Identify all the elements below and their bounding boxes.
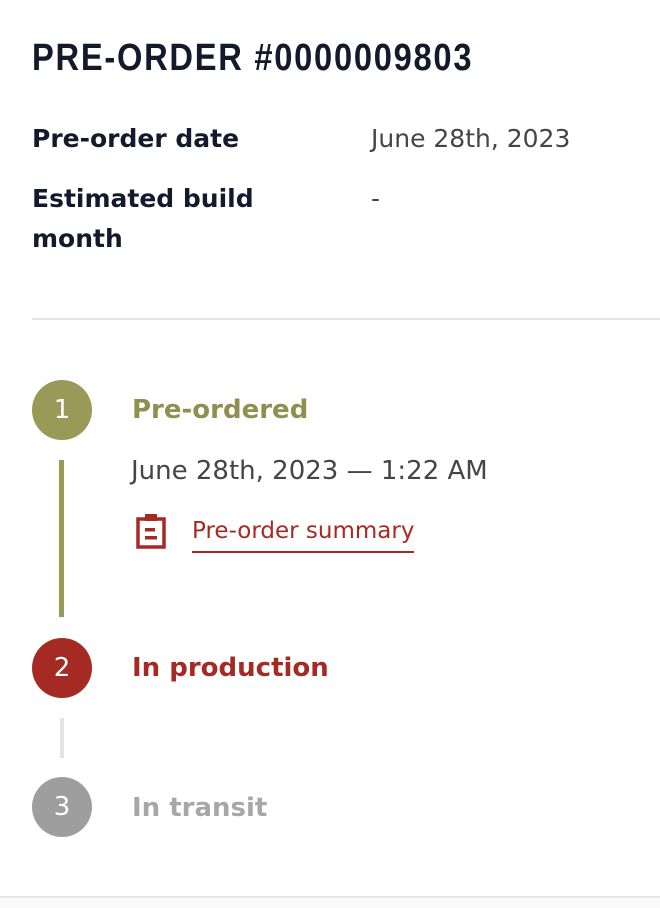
step-2-title: In production	[132, 653, 329, 683]
step-1-badge: 1	[32, 380, 92, 440]
step-1-date: June 28th, 2023 — 1:22 AM	[131, 456, 488, 486]
pre-order-summary-link[interactable]: Pre-order summary	[192, 511, 415, 553]
section-divider	[32, 318, 660, 320]
step-2-connector	[60, 718, 64, 758]
estimated-build-month-label: Estimated build month	[32, 184, 254, 253]
step-2-badge: 2	[32, 638, 92, 698]
estimated-build-month-value: -	[371, 184, 381, 213]
clipboard-icon[interactable]	[136, 513, 166, 549]
step-1-connector	[59, 460, 64, 617]
step-3-badge: 3	[32, 777, 92, 837]
pre-order-date-label: Pre-order date	[32, 124, 240, 153]
pre-order-date-value: June 28th, 2023	[371, 124, 571, 153]
page-title: PRE-ORDER #0000009803	[32, 37, 474, 79]
footer-background	[0, 898, 660, 908]
step-3-title: In transit	[132, 793, 268, 823]
step-1-title: Pre-ordered	[132, 395, 309, 425]
